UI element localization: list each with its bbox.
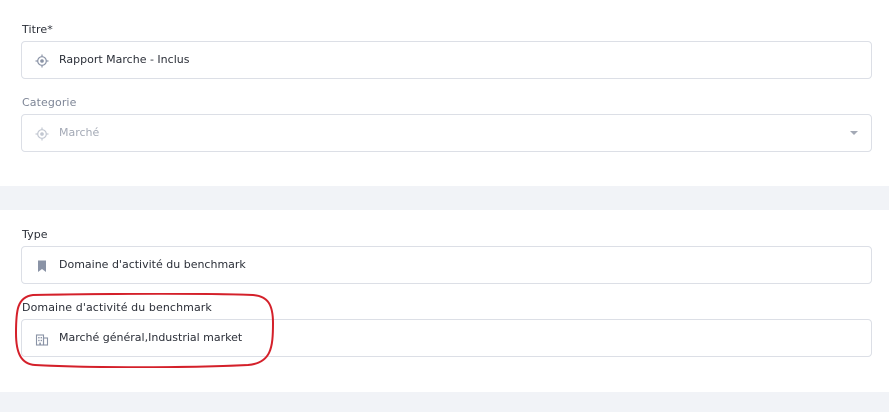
highlight-annotation-oval: [14, 293, 275, 368]
categorie-label: Categorie: [22, 96, 77, 109]
titre-label: Titre*: [22, 23, 53, 36]
categorie-select[interactable]: Marché: [21, 114, 872, 152]
target-icon: [35, 126, 49, 141]
type-value: Domaine d'activité du benchmark: [59, 258, 246, 271]
chevron-down-icon[interactable]: [850, 131, 858, 135]
bookmark-icon: [35, 258, 49, 272]
titre-input[interactable]: Rapport Marche - Inclus: [21, 41, 872, 79]
target-icon: [35, 53, 49, 68]
type-input[interactable]: Domaine d'activité du benchmark: [21, 246, 872, 284]
type-label: Type: [22, 228, 48, 241]
general-section-card: Titre* Rapport Marche - Inclus Categorie: [0, 0, 889, 186]
categorie-value: Marché: [59, 126, 100, 139]
titre-value: Rapport Marche - Inclus: [59, 53, 190, 66]
